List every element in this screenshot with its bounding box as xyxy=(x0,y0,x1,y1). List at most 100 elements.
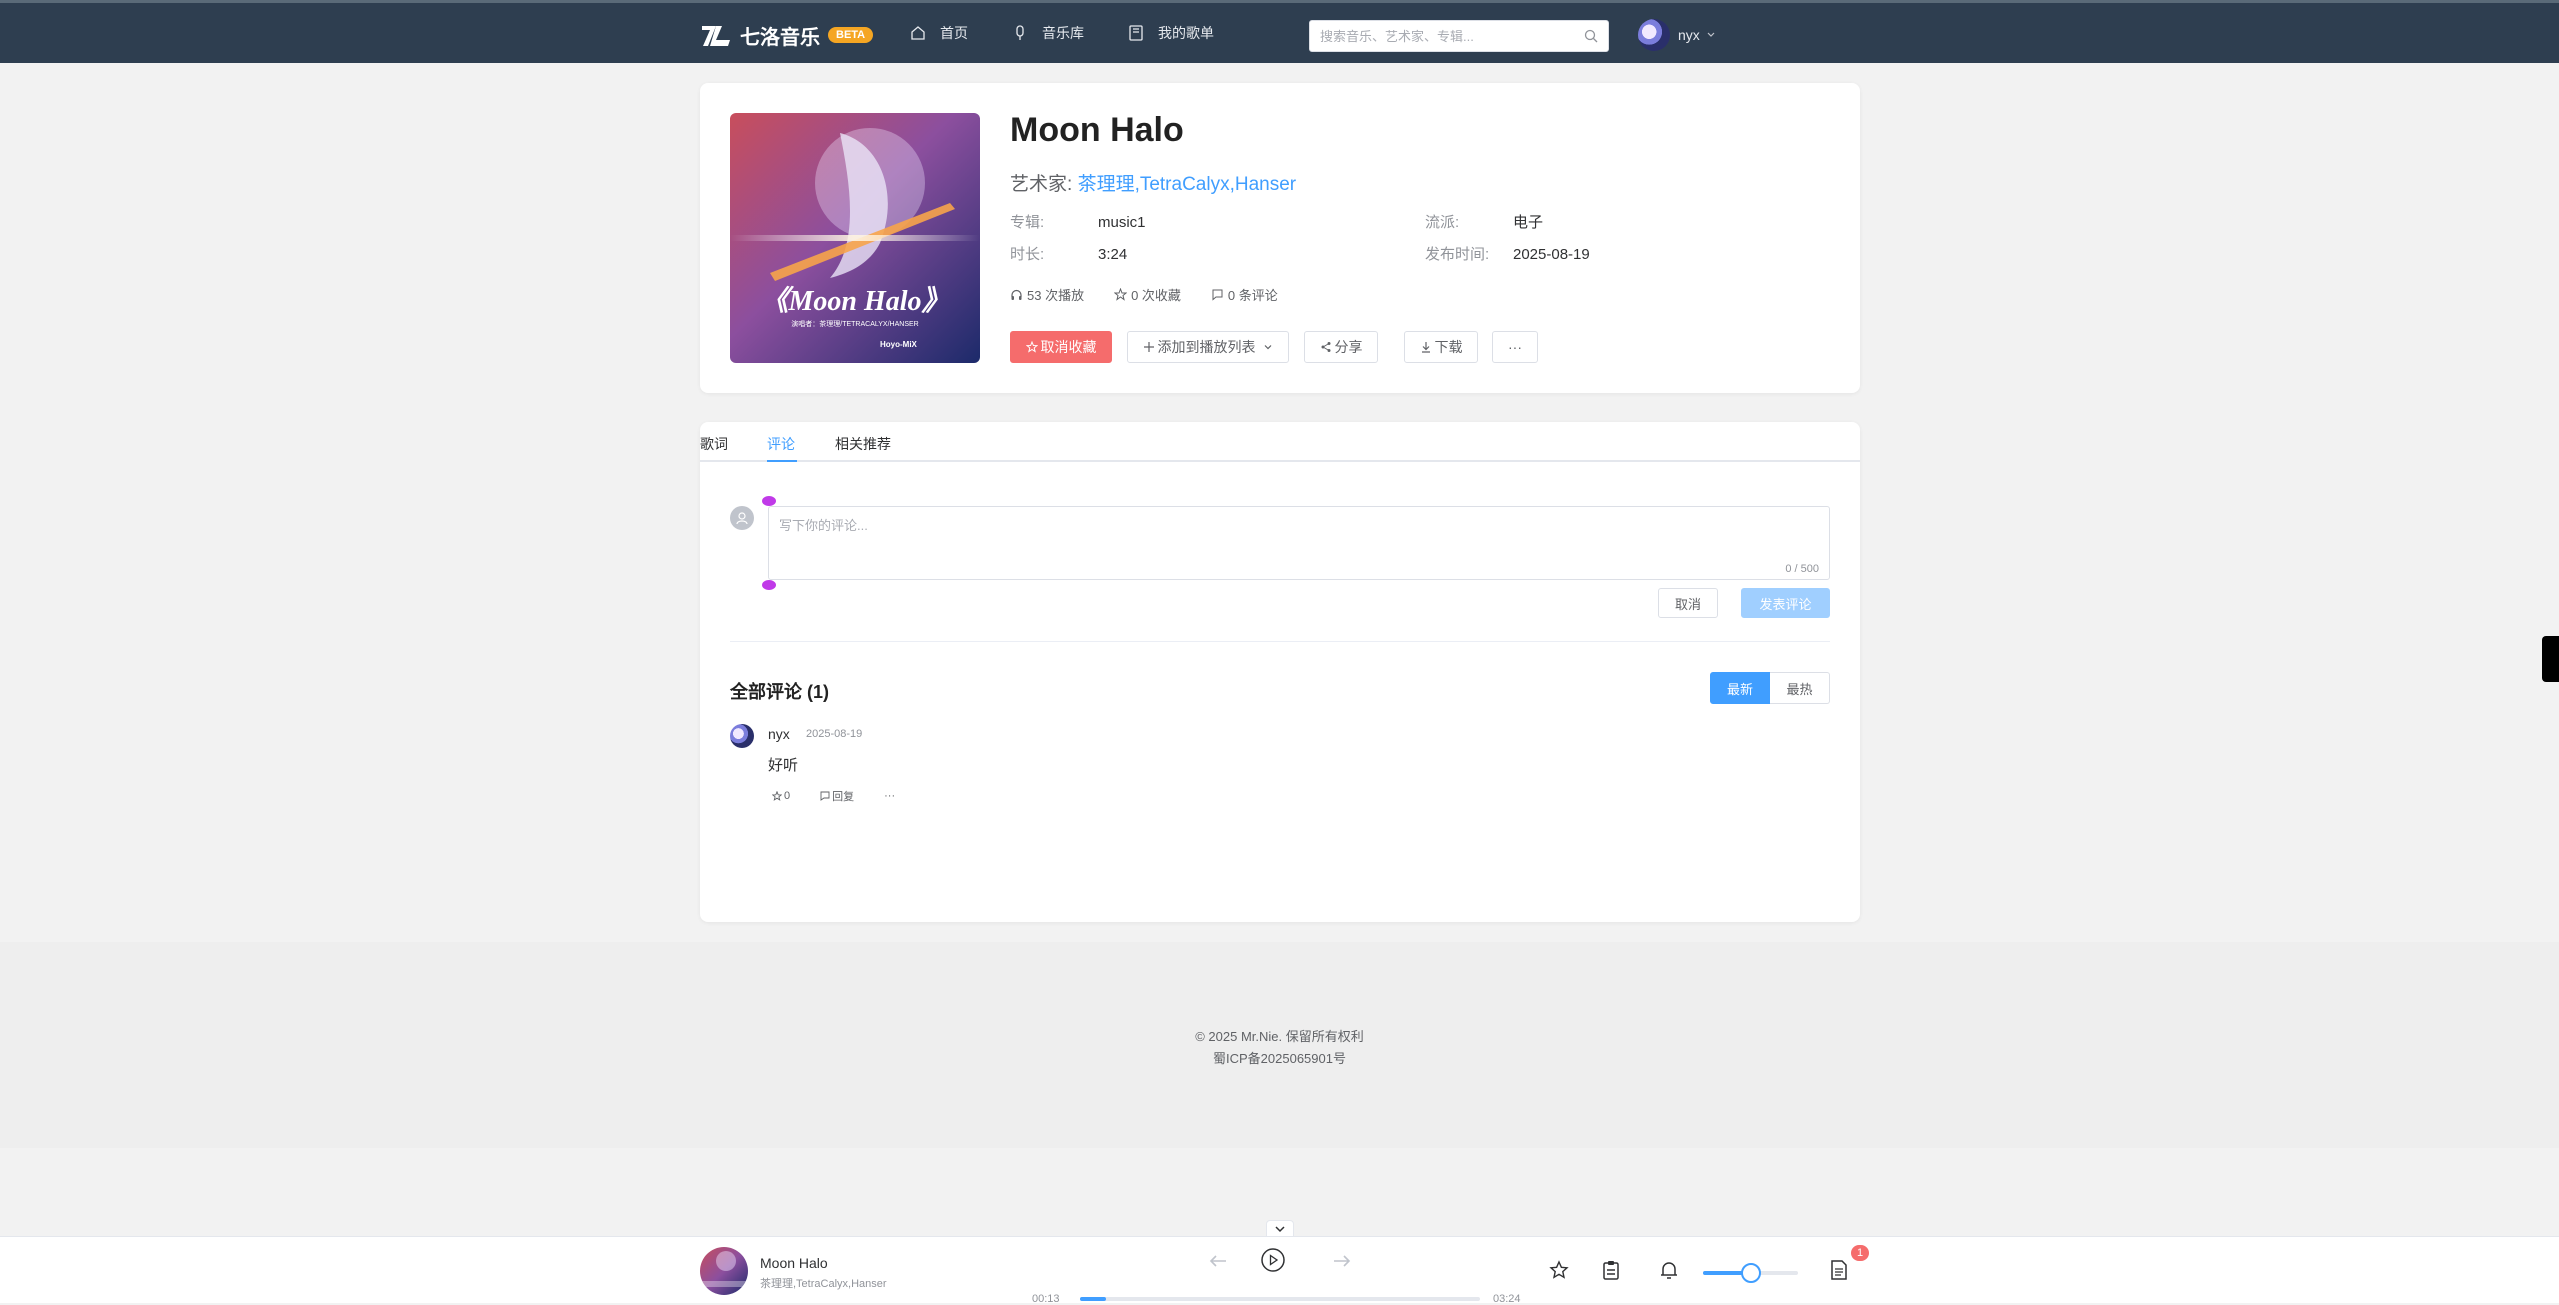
tabs-card: 歌词 评论 相关推荐 0 / 500 取消 发表评论 全部评论 (1) 最新 最… xyxy=(700,422,1860,922)
player-cover[interactable] xyxy=(700,1247,748,1295)
tab-lyrics[interactable]: 歌词 xyxy=(700,434,728,454)
comment-more-label: ··· xyxy=(884,790,896,802)
beta-badge: BETA xyxy=(828,27,874,43)
arrow-right-icon xyxy=(1334,1255,1351,1267)
player-cover-art xyxy=(700,1247,748,1295)
progress-fill xyxy=(1080,1297,1106,1301)
divider xyxy=(730,641,1830,642)
download-label: 下载 xyxy=(1434,339,1463,355)
nav-home-label: 首页 xyxy=(940,25,968,41)
progress-bar[interactable] xyxy=(1080,1297,1480,1301)
player-artist: 茶理理,TetraCalyx,Hanser xyxy=(760,1278,887,1290)
total-time: 03:24 xyxy=(1493,1293,1521,1305)
bell-icon xyxy=(1661,1262,1677,1279)
brand[interactable]: 七洛音乐 BETA xyxy=(700,21,874,49)
user-name: nyx xyxy=(1678,27,1700,43)
player-title: Moon Halo xyxy=(760,1255,828,1271)
footer: © 2025 Mr.Nie. 保留所有权利 蜀ICP备2025065901号 xyxy=(0,942,2559,1148)
logo-icon xyxy=(702,26,730,46)
search-icon[interactable] xyxy=(1584,29,1598,43)
plays-stat: 53 次播放 xyxy=(1010,285,1084,304)
icp-link[interactable]: 蜀ICP备2025065901号 xyxy=(0,1048,2559,1067)
share-icon xyxy=(1321,342,1330,352)
comment-username[interactable]: nyx xyxy=(768,726,790,742)
reply-label: 回复 xyxy=(832,791,855,803)
star-icon xyxy=(1114,288,1128,301)
unfavorite-button[interactable]: 取消收藏 xyxy=(1010,331,1112,363)
comment-text: 好听 xyxy=(768,757,799,774)
music-player: Moon Halo 茶理理,TetraCalyx,Hanser 00:13 03… xyxy=(0,1236,2559,1305)
reply-button[interactable]: 回复 xyxy=(820,788,854,804)
tab-bar: 歌词 评论 相关推荐 xyxy=(700,422,1860,462)
album-meta: 专辑: music1 xyxy=(1010,211,1146,232)
nav-music-library[interactable]: 音乐库 xyxy=(1012,23,1084,43)
lyrics-button[interactable] xyxy=(1828,1259,1850,1281)
avatar xyxy=(730,506,754,530)
nav-home[interactable]: 首页 xyxy=(910,23,968,43)
song-title: Moon Halo xyxy=(1010,111,1184,149)
resize-handle-bottom[interactable] xyxy=(762,580,776,590)
volume-knob[interactable] xyxy=(1740,1263,1761,1283)
comment-input[interactable] xyxy=(769,507,1829,579)
release-label: 发布时间: xyxy=(1425,246,1490,263)
play-button[interactable] xyxy=(1259,1246,1287,1274)
comments-title: 全部评论 (1) xyxy=(730,682,829,702)
char-counter: 0 / 500 xyxy=(1785,563,1819,575)
comment-box: 0 / 500 xyxy=(768,506,1830,580)
share-button[interactable]: 分享 xyxy=(1304,331,1378,363)
playlist-button[interactable] xyxy=(1600,1259,1622,1281)
notification-button[interactable] xyxy=(1658,1259,1680,1281)
favorite-button[interactable] xyxy=(1548,1259,1570,1281)
document-icon xyxy=(1831,1260,1847,1280)
previous-button[interactable] xyxy=(1206,1249,1230,1273)
search-input[interactable] xyxy=(1320,21,1570,51)
cover-logo-text: Hoyo-MiX xyxy=(880,340,918,349)
release-meta: 发布时间: 2025-08-19 xyxy=(1425,243,1590,264)
duration-value: 3:24 xyxy=(1098,246,1128,263)
search-box xyxy=(1309,20,1609,52)
nav-my-playlists-label: 我的歌单 xyxy=(1158,25,1214,41)
album-label: 专辑: xyxy=(1010,214,1045,231)
artist-row: 艺术家: 茶理理,TetraCalyx,Hanser xyxy=(1010,169,1296,196)
side-floating-tab[interactable] xyxy=(2542,636,2559,682)
collapse-player-button[interactable] xyxy=(1266,1220,1294,1236)
like-button[interactable]: 0 xyxy=(772,788,790,804)
add-to-playlist-button[interactable]: 添加到播放列表 xyxy=(1127,331,1289,363)
sort-hot-button[interactable]: 最热 xyxy=(1770,672,1830,704)
submit-comment-button[interactable]: 发表评论 xyxy=(1741,588,1830,618)
volume-slider[interactable] xyxy=(1703,1263,1798,1283)
avatar[interactable] xyxy=(730,724,754,748)
nav-my-playlists[interactable]: 我的歌单 xyxy=(1128,23,1214,43)
user-icon xyxy=(736,512,748,525)
cover-title-text: 《Moon Halo》 xyxy=(760,285,949,317)
release-value: 2025-08-19 xyxy=(1513,246,1590,263)
download-button[interactable]: 下载 xyxy=(1404,331,1478,363)
unfavorite-label: 取消收藏 xyxy=(1040,339,1097,355)
sort-toggle: 最新 最热 xyxy=(1710,672,1830,704)
download-icon xyxy=(1421,342,1430,353)
song-info-card: 《Moon Halo》 演唱者：茶理理/TETRACALYX/HANSER Ho… xyxy=(700,83,1860,393)
sort-latest-button[interactable]: 最新 xyxy=(1710,672,1770,704)
user-menu[interactable]: nyx xyxy=(1638,19,1716,51)
main-nav: 首页 音乐库 我的歌单 xyxy=(910,23,1258,43)
more-button[interactable]: ··· xyxy=(1492,331,1538,363)
top-navbar: 七洛音乐 BETA 首页 音乐库 我的歌单 nyx xyxy=(0,0,2559,63)
comment-more-button[interactable]: ··· xyxy=(884,788,895,804)
artist-label: 艺术家: xyxy=(1010,174,1073,195)
song-stats: 53 次播放 0 次收藏 0 条评论 xyxy=(1010,285,1308,304)
next-button[interactable] xyxy=(1330,1249,1354,1273)
cancel-button[interactable]: 取消 xyxy=(1658,588,1718,618)
nav-music-library-label: 音乐库 xyxy=(1042,25,1084,41)
duration-meta: 时长: 3:24 xyxy=(1010,243,1127,264)
resize-handle-top[interactable] xyxy=(762,496,776,506)
avatar xyxy=(1638,19,1670,51)
favorites-count: 0 次收藏 xyxy=(1131,288,1181,303)
tab-comments[interactable]: 评论 xyxy=(767,434,795,454)
genre-meta: 流派: 电子 xyxy=(1425,211,1543,232)
tab-recommendations[interactable]: 相关推荐 xyxy=(835,434,891,454)
artist-link[interactable]: 茶理理,TetraCalyx,Hanser xyxy=(1078,174,1297,195)
comment-date: 2025-08-19 xyxy=(806,728,863,740)
favorites-stat: 0 次收藏 xyxy=(1114,285,1181,304)
share-label: 分享 xyxy=(1334,339,1363,355)
clipboard-icon xyxy=(1603,1261,1619,1280)
